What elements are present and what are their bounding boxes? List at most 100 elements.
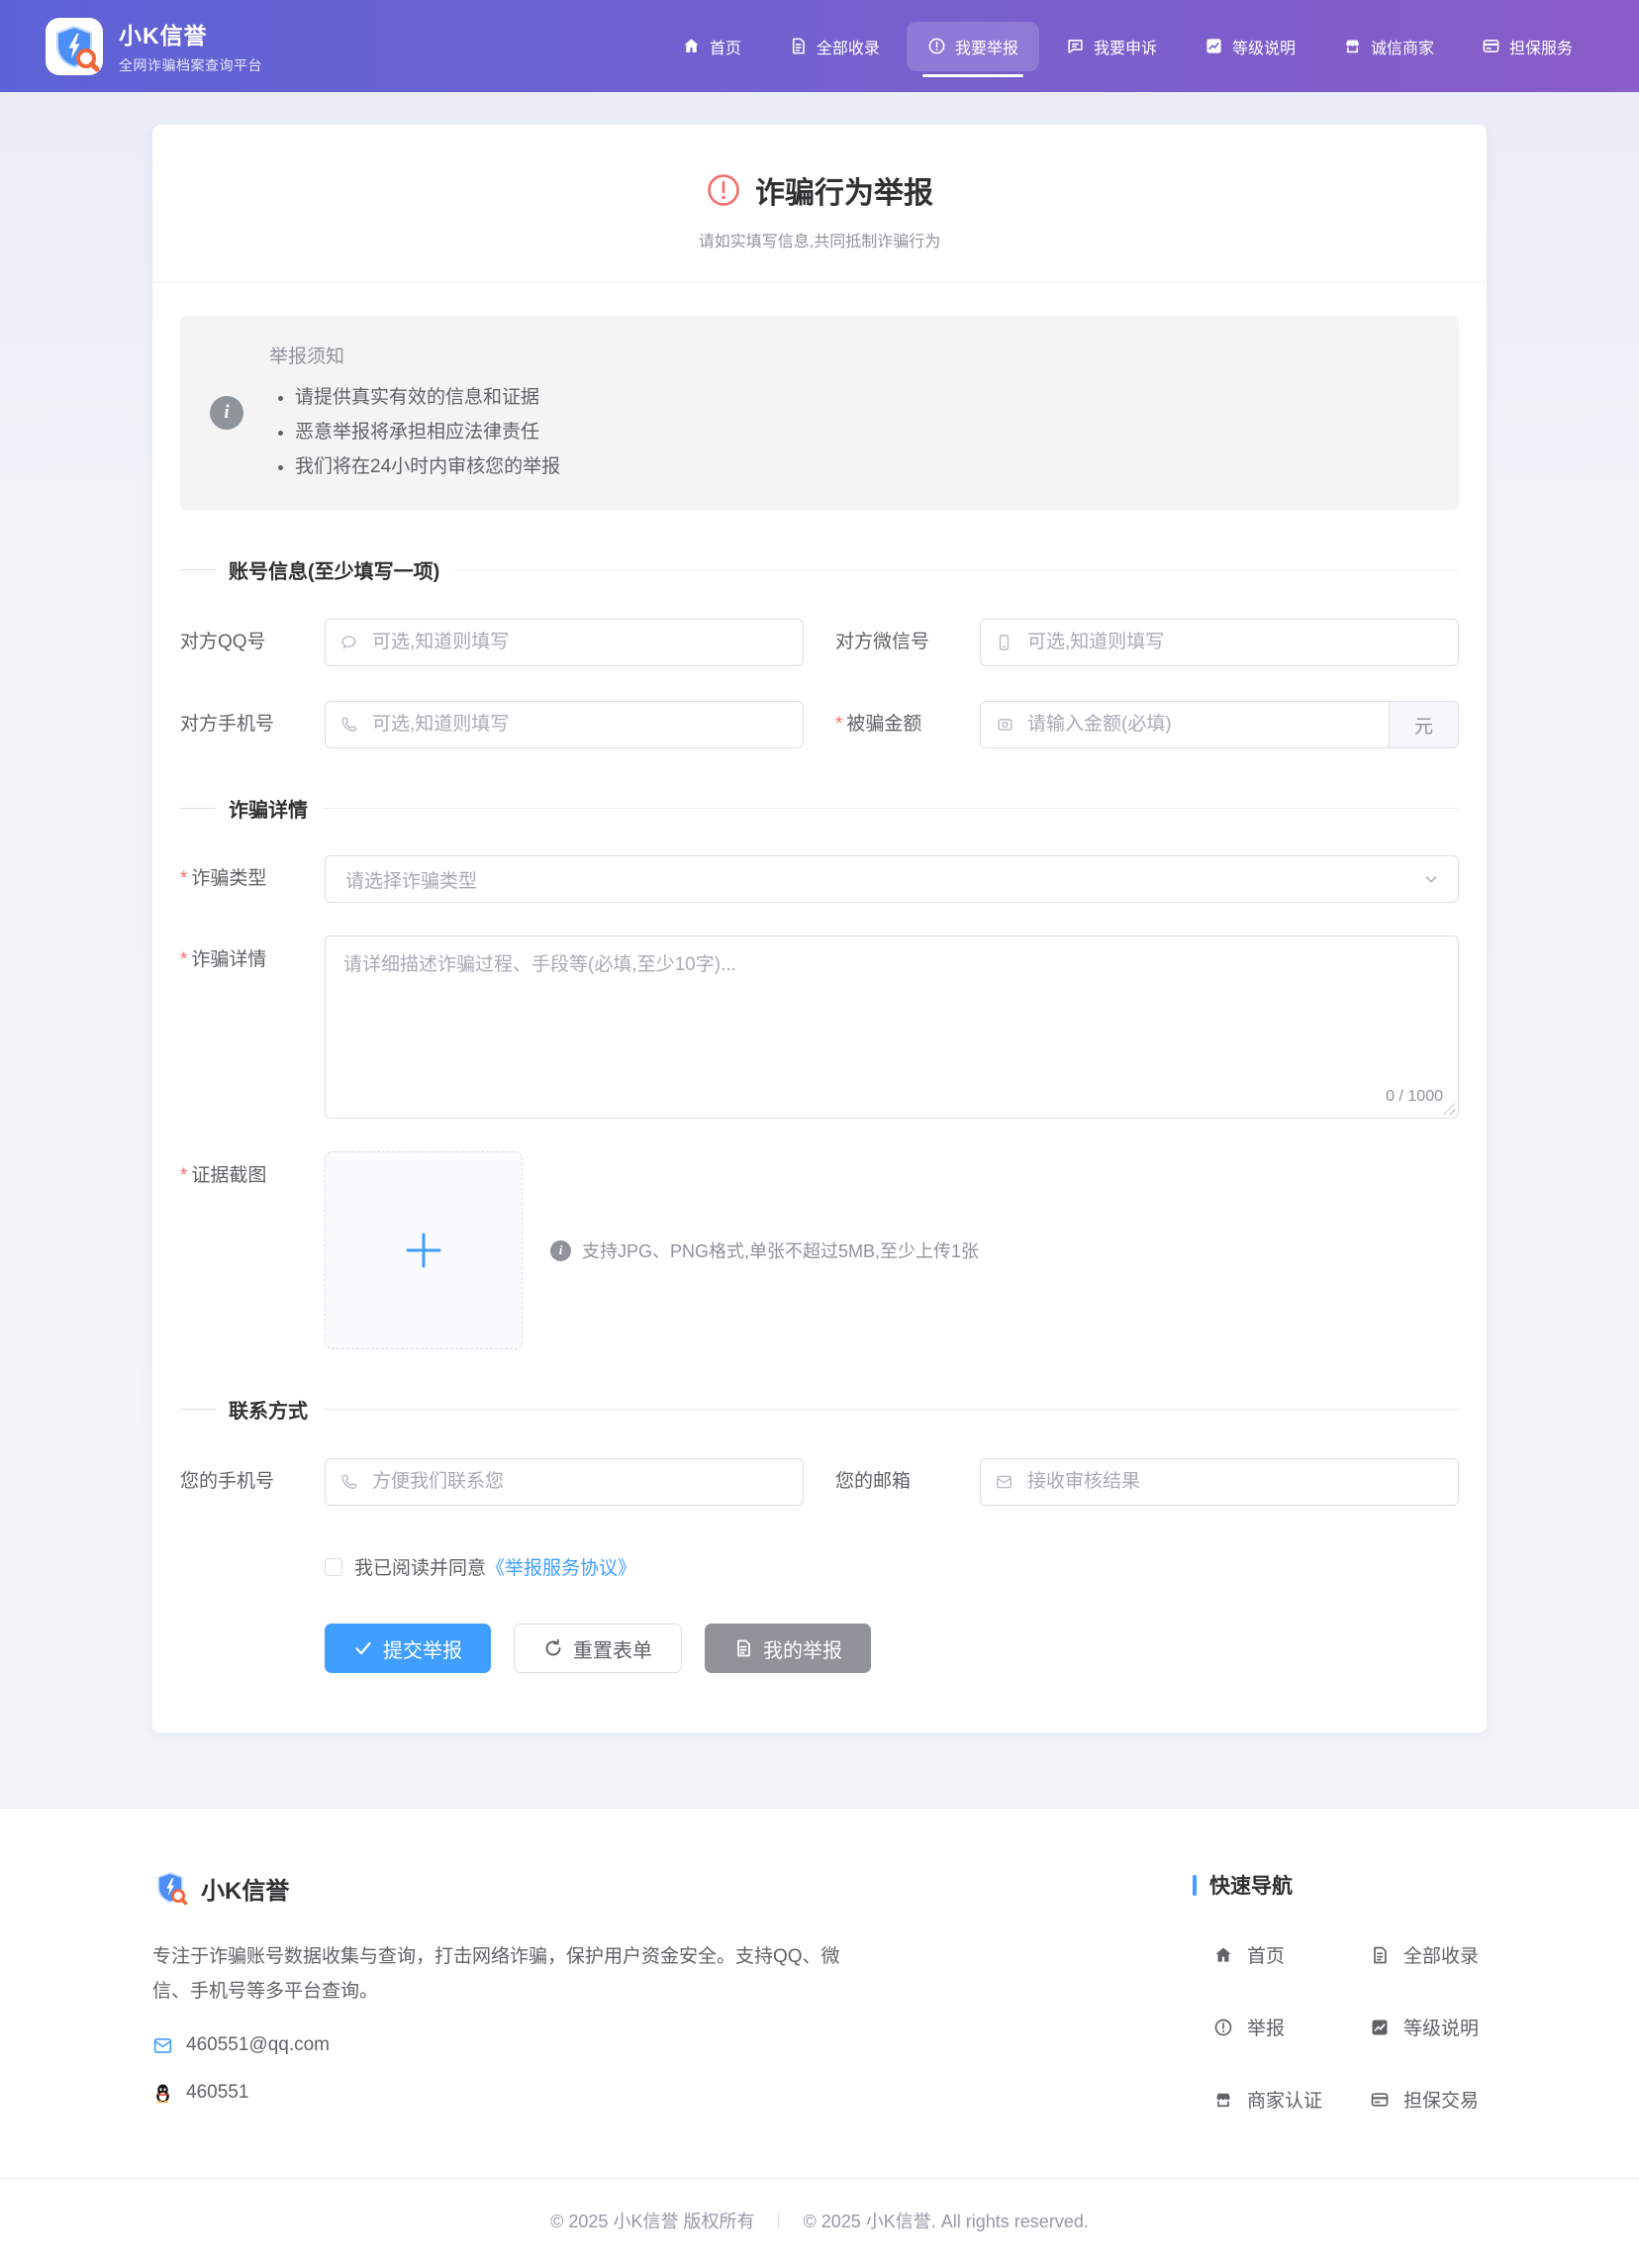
contact-phone-input[interactable] [325, 1458, 804, 1506]
nav-label: 担保服务 [1509, 35, 1573, 58]
required-mark: * [835, 714, 842, 735]
nav-label: 我要举报 [955, 35, 1018, 58]
upload-hint: i 支持JPG、PNG格式,单张不超过5MB,至少上传1张 [550, 1237, 979, 1263]
nav-escrow[interactable]: 担保服务 [1461, 22, 1593, 71]
footer-link-all-records[interactable]: 全部收录 [1370, 1941, 1487, 1968]
notice-title: 举报须知 [269, 342, 560, 368]
report-notice: i 举报须知 请提供真实有效的信息和证据 恶意举报将承担相应法律责任 我们将在2… [180, 316, 1459, 510]
field-fraud-detail: *诈骗详情 0 / 1000 [180, 936, 1459, 1119]
footer-link-home[interactable]: 首页 [1213, 1941, 1370, 1968]
form-header: 诈骗行为举报 请如实填写信息,共同抵制诈骗行为 [152, 125, 1487, 282]
page-title-text: 诈骗行为举报 [755, 168, 933, 212]
reset-form-button[interactable]: 重置表单 [514, 1624, 682, 1673]
copyright-cn: © 2025 小K信誉 版权所有 [550, 2208, 754, 2233]
chevron-down-icon [1422, 870, 1440, 888]
field-contact-phone: 您的手机号 [180, 1458, 804, 1506]
nav-all-records[interactable]: 全部收录 [768, 22, 901, 71]
field-evidence: *证据截图 i 支持JPG、PNG格式,单张不超过5MB,至少上传1张 [180, 1151, 1459, 1349]
nav-home[interactable]: 首页 [661, 22, 762, 71]
nav-label: 首页 [710, 35, 741, 58]
phone-input[interactable] [325, 701, 804, 748]
document-icon [1370, 1945, 1390, 1965]
warning-circle-icon [1213, 2018, 1233, 2037]
contact-phone-label: 您的手机号 [180, 1470, 325, 1494]
page-subtitle: 请如实填写信息,共同抵制诈骗行为 [192, 228, 1447, 251]
nav-report[interactable]: 我要举报 [907, 22, 1039, 71]
refresh-icon [543, 1638, 563, 1658]
qq-input[interactable] [325, 619, 804, 666]
fraud-detail-textarea[interactable] [325, 936, 1459, 1119]
notice-list: 请提供真实有效的信息和证据 恶意举报将承担相应法律责任 我们将在24小时内审核您… [269, 380, 560, 484]
document-icon [789, 37, 808, 55]
chart-icon [1370, 2018, 1390, 2037]
section-account-title: 账号信息(至少填写一项) [229, 555, 454, 584]
my-reports-button[interactable]: 我的举报 [705, 1624, 871, 1673]
field-fraud-type: *诈骗类型 请选择诈骗类型 [180, 855, 1459, 903]
amount-input[interactable] [981, 702, 1389, 747]
footer-brand: 小K信誉 [152, 1870, 1193, 1906]
chart-icon [1205, 37, 1223, 55]
brand-logo-icon [46, 18, 103, 75]
email-input[interactable] [980, 1458, 1459, 1506]
divider [778, 2213, 779, 2228]
brand-title: 小K信誉 [119, 17, 262, 50]
quick-nav-title: 快速导航 [1193, 1870, 1487, 1900]
footer-link-escrow[interactable]: 担保交易 [1370, 2086, 1487, 2113]
agreement-checkbox[interactable] [325, 1558, 342, 1576]
app-header: 小K信誉 全网诈骗档案查询平台 首页 全部收录 我要举报 我要申 [0, 0, 1639, 92]
main-nav: 首页 全部收录 我要举报 我要申诉 等级说明 [661, 22, 1593, 71]
field-phone: 对方手机号 [180, 701, 804, 748]
store-icon [1213, 2090, 1233, 2110]
required-mark: * [180, 1165, 187, 1186]
form-body: i 举报须知 请提供真实有效的信息和证据 恶意举报将承担相应法律责任 我们将在2… [152, 282, 1487, 1732]
info-icon: i [210, 396, 243, 430]
required-mark: * [180, 868, 187, 889]
accent-bar [1193, 1875, 1197, 1896]
brand[interactable]: 小K信誉 全网诈骗档案查询平台 [46, 17, 262, 75]
footer-email-row: 460551@qq.com [152, 2034, 1193, 2056]
fraud-type-select[interactable]: 请选择诈骗类型 [325, 855, 1459, 903]
wechat-input[interactable] [980, 619, 1459, 666]
page-title: 诈骗行为举报 [192, 168, 1447, 212]
section-detail-title: 诈骗详情 [229, 794, 323, 823]
footer-link-levels[interactable]: 等级说明 [1370, 2014, 1487, 2040]
home-icon [1213, 1945, 1233, 1965]
fraud-detail-label: *诈骗详情 [180, 936, 325, 972]
upload-dropzone[interactable] [325, 1151, 523, 1349]
agreement-row: 我已阅读并同意《举报服务协议》 [325, 1553, 1459, 1580]
copyright-bar: © 2025 小K信誉 版权所有 © 2025 小K信誉. All rights… [0, 2178, 1639, 2268]
section-account: 账号信息(至少填写一项) [180, 555, 1459, 584]
submit-report-button[interactable]: 提交举报 [325, 1624, 491, 1673]
info-icon: i [550, 1240, 571, 1261]
warning-circle-icon [706, 172, 741, 208]
email-label: 您的邮箱 [835, 1470, 980, 1494]
card-icon [1370, 2090, 1390, 2110]
footer-qq: 460551 [186, 2082, 248, 2104]
notice-item: 我们将在24小时内审核您的举报 [295, 449, 560, 484]
phone-label: 对方手机号 [180, 713, 325, 737]
evidence-label: *证据截图 [180, 1151, 325, 1188]
agreement-link[interactable]: 《举报服务协议》 [486, 1553, 636, 1580]
nav-levels[interactable]: 等级说明 [1184, 22, 1316, 71]
amount-label: *被骗金额 [835, 713, 980, 737]
section-contact-title: 联系方式 [229, 1395, 323, 1424]
footer-email[interactable]: 460551@qq.com [186, 2034, 330, 2056]
card-icon [1482, 37, 1500, 55]
field-wechat: 对方微信号 [835, 619, 1459, 666]
upload-hint-text: 支持JPG、PNG格式,单张不超过5MB,至少上传1张 [582, 1237, 979, 1263]
chat-icon [1066, 37, 1085, 55]
amount-unit: 元 [1389, 702, 1458, 747]
field-email: 您的邮箱 [835, 1458, 1459, 1506]
qq-label: 对方QQ号 [180, 631, 325, 654]
nav-merchants[interactable]: 诚信商家 [1322, 22, 1455, 71]
nav-appeal[interactable]: 我要申诉 [1045, 22, 1178, 71]
footer-link-report[interactable]: 举报 [1213, 2014, 1370, 2040]
home-icon [682, 37, 701, 55]
footer-link-merchant-cert[interactable]: 商家认证 [1213, 2086, 1370, 2113]
qq-penguin-icon [152, 2083, 173, 2104]
plus-icon [397, 1224, 450, 1277]
agreement-text: 我已阅读并同意 [354, 1553, 486, 1580]
document-icon [733, 1638, 753, 1658]
field-amount: *被骗金额 元 [835, 701, 1459, 748]
notice-item: 恶意举报将承担相应法律责任 [295, 415, 560, 449]
